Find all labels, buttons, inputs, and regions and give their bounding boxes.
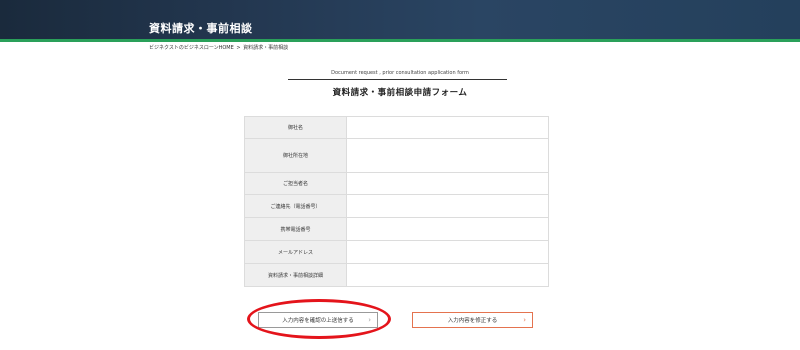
chevron-right-icon: › (523, 316, 526, 324)
breadcrumb-current: 資料請求・事前相談 (243, 45, 289, 51)
header-accent-stripe (0, 39, 800, 42)
form-row-mobile: 携帯電話番号 (244, 217, 549, 240)
breadcrumb: ビジネクストのビジネスローンHOME > 資料請求・事前相談 (149, 44, 288, 51)
mobile-phone-input[interactable] (347, 218, 549, 240)
field-label-company-address: 御社所在地 (244, 139, 347, 172)
form-title: 資料請求・事前相談申請フォーム (332, 88, 468, 98)
edit-input-label: 入力内容を修正する (447, 318, 498, 324)
chevron-right-icon: › (368, 316, 371, 324)
form-row-details: 資料請求・事前相談詳細 (244, 263, 549, 287)
form-row-company-name: 御社名 (244, 116, 549, 138)
application-form-table: 御社名 御社所在地 ご担当者名 ご連絡先（電話番号） 携帯電話番号 メールアドレ… (244, 116, 549, 287)
confirm-send-label: 入力内容を確認の上送信する (282, 318, 354, 324)
email-input[interactable] (347, 241, 549, 263)
page-title: 資料請求・事前相談 (149, 22, 253, 35)
phone-input[interactable] (347, 195, 549, 217)
field-label-email: メールアドレス (244, 241, 347, 263)
form-row-phone: ご連絡先（電話番号） (244, 194, 549, 217)
header-banner (0, 0, 800, 39)
details-textarea[interactable] (347, 264, 549, 286)
form-row-contact-person: ご担当者名 (244, 172, 549, 194)
breadcrumb-home-link[interactable]: ビジネクストのビジネスローンHOME (149, 45, 234, 51)
company-name-input[interactable] (347, 117, 549, 138)
form-row-company-address: 御社所在地 (244, 138, 549, 172)
form-title-divider (288, 79, 507, 80)
field-label-phone: ご連絡先（電話番号） (244, 195, 347, 217)
confirm-send-button[interactable]: 入力内容を確認の上送信する › (258, 312, 378, 328)
company-address-input[interactable] (347, 139, 549, 172)
contact-person-input[interactable] (347, 173, 549, 194)
edit-input-button[interactable]: 入力内容を修正する › (412, 312, 533, 328)
page: 資料請求・事前相談 ビジネクストのビジネスローンHOME > 資料請求・事前相談… (0, 0, 800, 350)
form-row-email: メールアドレス (244, 240, 549, 263)
field-label-company-name: 御社名 (244, 117, 347, 138)
breadcrumb-separator: > (236, 45, 241, 51)
form-subtitle: Document request , prior consultation ap… (331, 70, 469, 76)
field-label-contact-person: ご担当者名 (244, 173, 347, 194)
field-label-details: 資料請求・事前相談詳細 (244, 264, 347, 286)
field-label-mobile: 携帯電話番号 (244, 218, 347, 240)
